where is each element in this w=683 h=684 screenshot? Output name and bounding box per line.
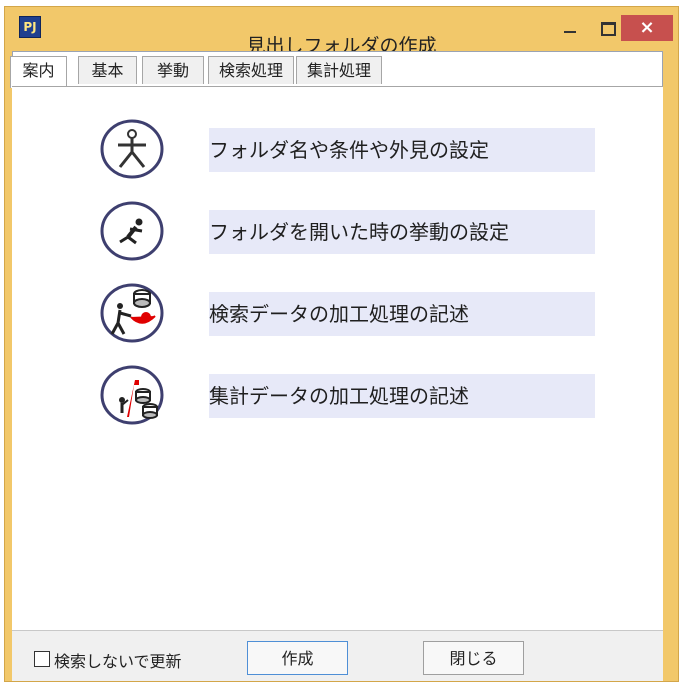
guide-item-label: 検索データの加工処理の記述 — [209, 292, 595, 336]
running-figure-icon — [100, 201, 164, 261]
dialog-footer: 検索しないで更新 作成 閉じる — [12, 630, 663, 681]
person-icon — [100, 119, 164, 179]
title-bar[interactable]: PJ 見出しフォルダの作成 × — [5, 7, 678, 57]
aggregation-processing-icon — [100, 365, 164, 425]
tab-behavior[interactable]: 挙動 — [142, 56, 204, 84]
guide-item-label: フォルダを開いた時の挙動の設定 — [209, 210, 595, 254]
tab-aggregation-processing[interactable]: 集計処理 — [296, 56, 382, 84]
close-window-button[interactable]: × — [621, 15, 673, 41]
data-processing-icon — [100, 283, 164, 343]
guide-item-label: 集計データの加工処理の記述 — [209, 374, 595, 418]
guide-item-folder-settings: フォルダ名や条件や外見の設定 — [100, 118, 595, 180]
update-without-search-label: 検索しないで更新 — [54, 652, 182, 671]
tab-guide[interactable]: 案内 — [10, 56, 67, 88]
minimize-button[interactable] — [556, 15, 584, 41]
close-button[interactable]: 閉じる — [423, 641, 524, 675]
update-without-search-checkbox[interactable] — [34, 651, 50, 667]
guide-tab-panel: フォルダ名や条件や外見の設定 フォルダを開いた時の挙動の設定 検索データの加工処… — [12, 86, 663, 630]
guide-item-label: フォルダ名や条件や外見の設定 — [209, 128, 595, 172]
guide-item-aggregation-data-processing: 集計データの加工処理の記述 — [100, 364, 595, 426]
tab-basic[interactable]: 基本 — [78, 56, 137, 84]
guide-item-open-behavior: フォルダを開いた時の挙動の設定 — [100, 200, 595, 262]
guide-item-search-data-processing: 検索データの加工処理の記述 — [100, 282, 595, 344]
create-button[interactable]: 作成 — [247, 641, 348, 675]
tab-search-processing[interactable]: 検索処理 — [208, 56, 294, 84]
maximize-button[interactable] — [593, 15, 621, 41]
